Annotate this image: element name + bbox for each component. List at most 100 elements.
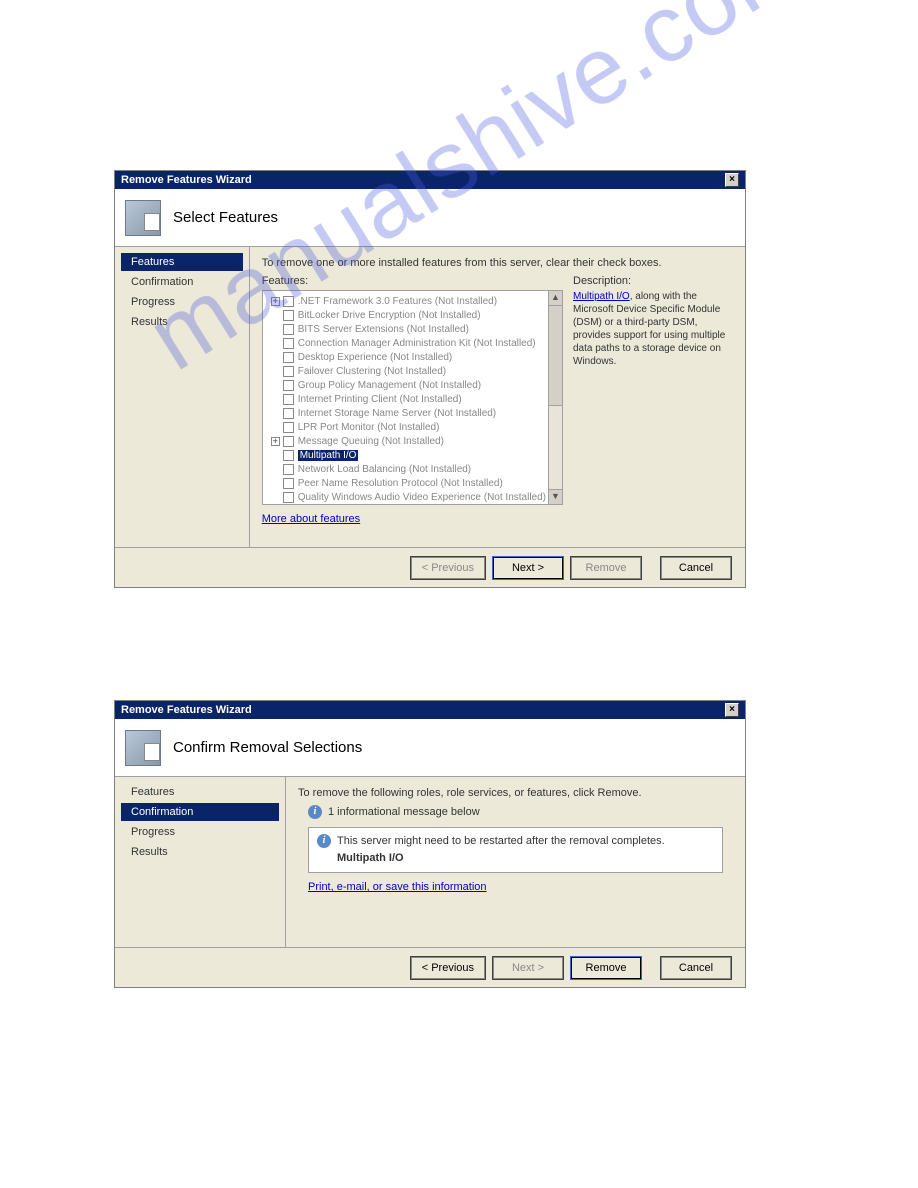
selected-feature: Multipath I/O xyxy=(337,852,714,864)
feature-item[interactable]: Desktop Experience (Not Installed) xyxy=(265,350,546,364)
feature-label: Network Load Balancing (Not Installed) xyxy=(298,464,471,475)
feature-checkbox xyxy=(283,422,294,433)
server-icon xyxy=(125,730,161,766)
feature-item[interactable]: LPR Port Monitor (Not Installed) xyxy=(265,420,546,434)
cancel-button[interactable]: Cancel xyxy=(661,557,731,579)
feature-label: Peer Name Resolution Protocol (Not Insta… xyxy=(298,478,503,489)
feature-checkbox xyxy=(283,310,294,321)
feature-item[interactable]: Failover Clustering (Not Installed) xyxy=(265,364,546,378)
window-title: Remove Features Wizard xyxy=(121,174,252,186)
feature-checkbox xyxy=(283,394,294,405)
wizard-header: Select Features xyxy=(115,189,745,247)
description-link[interactable]: Multipath I/O xyxy=(573,291,630,302)
feature-item[interactable]: Remote Assistance (Not Installed) xyxy=(265,504,546,505)
feature-label: .NET Framework 3.0 Features (Not Install… xyxy=(298,296,497,307)
nav-features[interactable]: Features xyxy=(121,783,279,801)
info-summary: i 1 informational message below xyxy=(308,805,733,819)
feature-item[interactable]: + Message Queuing (Not Installed) xyxy=(265,434,546,448)
feature-label: Failover Clustering (Not Installed) xyxy=(298,366,446,377)
remove-button: Remove xyxy=(571,557,641,579)
wizard-nav: Features Confirmation Progress Results xyxy=(115,247,249,547)
close-icon[interactable]: × xyxy=(725,703,739,717)
content-pane: To remove the following roles, role serv… xyxy=(285,777,745,947)
remove-features-wizard-confirm: Remove Features Wizard × Confirm Removal… xyxy=(114,700,746,988)
feature-label: Message Queuing (Not Installed) xyxy=(298,436,444,447)
feature-checkbox xyxy=(283,464,294,475)
wizard-nav: Features Confirmation Progress Results xyxy=(115,777,285,947)
feature-checkbox xyxy=(283,436,294,447)
feature-item[interactable]: Peer Name Resolution Protocol (Not Insta… xyxy=(265,476,546,490)
nav-results[interactable]: Results xyxy=(121,313,243,331)
content-pane: To remove one or more installed features… xyxy=(249,247,745,547)
feature-label: BitLocker Drive Encryption (Not Installe… xyxy=(298,310,481,321)
close-icon[interactable]: × xyxy=(725,173,739,187)
scroll-up-icon[interactable]: ▲ xyxy=(549,291,562,306)
nav-progress[interactable]: Progress xyxy=(121,823,279,841)
instruction-text: To remove one or more installed features… xyxy=(262,257,733,269)
feature-label: Internet Printing Client (Not Installed) xyxy=(298,394,462,405)
feature-checkbox[interactable] xyxy=(283,450,294,461)
description-label: Description: xyxy=(573,275,733,287)
features-tree[interactable]: + .NET Framework 3.0 Features (Not Instal… xyxy=(262,290,548,505)
feature-checkbox xyxy=(283,492,294,503)
nav-confirmation[interactable]: Confirmation xyxy=(121,273,243,291)
restart-message: This server might need to be restarted a… xyxy=(337,835,665,847)
feature-label: Group Policy Management (Not Installed) xyxy=(298,380,481,391)
remove-button[interactable]: Remove xyxy=(571,957,641,979)
feature-item[interactable]: Group Policy Management (Not Installed) xyxy=(265,378,546,392)
feature-item[interactable]: Network Load Balancing (Not Installed) xyxy=(265,462,546,476)
cancel-button[interactable]: Cancel xyxy=(661,957,731,979)
print-email-save-link[interactable]: Print, e-mail, or save this information xyxy=(308,881,487,893)
info-count-text: 1 informational message below xyxy=(328,806,480,818)
page-title: Select Features xyxy=(173,209,278,226)
feature-checkbox xyxy=(283,352,294,363)
more-about-features-link[interactable]: More about features xyxy=(262,513,360,525)
feature-checkbox xyxy=(283,338,294,349)
remove-features-wizard-select: Remove Features Wizard × Select Features… xyxy=(114,170,746,588)
feature-label: BITS Server Extensions (Not Installed) xyxy=(298,324,469,335)
feature-item[interactable]: Multipath I/O xyxy=(265,448,546,462)
feature-label: Connection Manager Administration Kit (N… xyxy=(298,338,536,349)
scroll-thumb[interactable] xyxy=(549,306,562,406)
scrollbar[interactable]: ▲ ▼ xyxy=(548,290,563,505)
scroll-track[interactable] xyxy=(549,406,562,489)
feature-label: Desktop Experience (Not Installed) xyxy=(298,352,453,363)
titlebar[interactable]: Remove Features Wizard × xyxy=(115,171,745,189)
expander-icon[interactable]: + xyxy=(271,297,280,306)
feature-checkbox xyxy=(283,408,294,419)
expander-icon[interactable]: + xyxy=(271,437,280,446)
feature-item[interactable]: Internet Storage Name Server (Not Instal… xyxy=(265,406,546,420)
wizard-header: Confirm Removal Selections xyxy=(115,719,745,777)
feature-item[interactable]: Connection Manager Administration Kit (N… xyxy=(265,336,546,350)
description-text: Multipath I/O, along with the Microsoft … xyxy=(573,290,733,368)
feature-label: Internet Storage Name Server (Not Instal… xyxy=(298,408,496,419)
button-bar: < Previous Next > Remove Cancel xyxy=(115,947,745,987)
titlebar[interactable]: Remove Features Wizard × xyxy=(115,701,745,719)
page-title: Confirm Removal Selections xyxy=(173,739,362,756)
feature-checkbox xyxy=(283,380,294,391)
instruction-text: To remove the following roles, role serv… xyxy=(298,787,733,799)
feature-label: Multipath I/O xyxy=(298,450,359,461)
nav-confirmation[interactable]: Confirmation xyxy=(121,803,279,821)
next-button[interactable]: Next > xyxy=(493,557,563,579)
feature-checkbox xyxy=(283,324,294,335)
previous-button[interactable]: < Previous xyxy=(411,957,485,979)
feature-item[interactable]: BITS Server Extensions (Not Installed) xyxy=(265,322,546,336)
server-icon xyxy=(125,200,161,236)
scroll-down-icon[interactable]: ▼ xyxy=(549,489,562,504)
feature-item[interactable]: Quality Windows Audio Video Experience (… xyxy=(265,490,546,504)
feature-label: Quality Windows Audio Video Experience (… xyxy=(298,492,546,503)
previous-button: < Previous xyxy=(411,557,485,579)
nav-features[interactable]: Features xyxy=(121,253,243,271)
button-bar: < Previous Next > Remove Cancel xyxy=(115,547,745,587)
nav-results[interactable]: Results xyxy=(121,843,279,861)
next-button: Next > xyxy=(493,957,563,979)
feature-item[interactable]: + .NET Framework 3.0 Features (Not Instal… xyxy=(265,294,546,308)
feature-item[interactable]: BitLocker Drive Encryption (Not Installe… xyxy=(265,308,546,322)
nav-progress[interactable]: Progress xyxy=(121,293,243,311)
features-label: Features: xyxy=(262,275,563,287)
info-icon: i xyxy=(317,834,331,848)
feature-label: LPR Port Monitor (Not Installed) xyxy=(298,422,440,433)
feature-checkbox xyxy=(283,366,294,377)
feature-item[interactable]: Internet Printing Client (Not Installed) xyxy=(265,392,546,406)
